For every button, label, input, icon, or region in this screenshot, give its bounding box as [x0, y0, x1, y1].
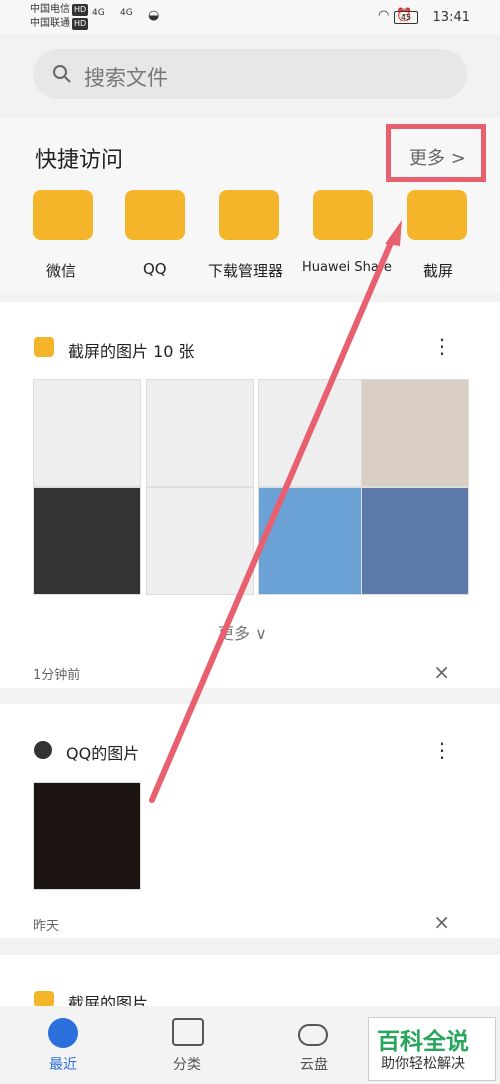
carrier-1: 中国电信 HD [30, 4, 89, 16]
thumbnail-6[interactable] [146, 487, 254, 595]
thumbnail-3[interactable] [258, 379, 366, 487]
qq-section-time: 昨天 [33, 919, 60, 934]
nav-recent[interactable]: 最近 [49, 1054, 77, 1074]
wechat-folder[interactable] [33, 190, 93, 240]
qq-photo-thumbnail[interactable] [33, 782, 141, 890]
watermark-subtitle: 助你轻松解决 [381, 1056, 465, 1072]
qq-icon [34, 741, 52, 759]
quick-label-screenshot: 截屏 [423, 262, 454, 280]
qq-section-title: QQ的图片 [66, 744, 140, 763]
signal-icon-2: 4G [120, 8, 133, 18]
folder-icon[interactable] [172, 1018, 204, 1046]
cloud-icon[interactable] [298, 1024, 328, 1046]
screenshot-icon [34, 337, 54, 357]
watermark-title: 百科全说 [377, 1029, 469, 1055]
download-folder[interactable] [219, 190, 279, 240]
more-vert-icon[interactable]: ⋮ [432, 336, 452, 356]
quick-label-qq: QQ [143, 260, 167, 278]
signal-icon-1: 4G [92, 8, 105, 18]
thumbnail-2[interactable] [146, 379, 254, 487]
quick-label-download: 下载管理器 [208, 262, 284, 280]
search-placeholder: 搜索文件 [84, 66, 168, 90]
status-bar: 中国电信 HD 中国联通 HD 4G 4G ◒ ◠ ⏰ 45 13:41 [0, 0, 500, 34]
quick-label-huawei-share: Huawei Share [302, 260, 392, 275]
huawei-share-folder[interactable] [313, 190, 373, 240]
screenshot-folder[interactable] [407, 190, 467, 240]
nav-category[interactable]: 分类 [173, 1054, 201, 1074]
wifi-icon: ◒ [148, 8, 160, 23]
screenshot-section-title: 截屏的图片 10 张 [68, 342, 195, 361]
thumbnail-4[interactable] [361, 379, 469, 487]
battery-icon: 45 [394, 11, 418, 24]
search-icon [53, 65, 71, 83]
screenshot-icon [34, 991, 54, 1007]
qq-folder[interactable] [125, 190, 185, 240]
more-button[interactable]: 更多 > [409, 144, 466, 170]
more-vert-icon[interactable]: ⋮ [432, 740, 452, 760]
carrier-2: 中国联通 HD [30, 18, 89, 30]
thumbnail-5[interactable] [33, 487, 141, 595]
thumbnail-1[interactable] [33, 379, 141, 487]
headphone-icon: ◠ [378, 8, 390, 23]
close-icon[interactable]: × [433, 910, 450, 934]
thumbnail-7[interactable] [258, 487, 366, 595]
close-icon[interactable]: × [433, 660, 450, 684]
thumbnail-8[interactable] [361, 487, 469, 595]
nav-cloud[interactable]: 云盘 [300, 1054, 328, 1074]
clock-time: 13:41 [432, 10, 470, 25]
expand-more[interactable]: 更多 ∨ [218, 620, 267, 644]
quick-access-title: 快捷访问 [35, 148, 124, 173]
quick-label-wechat: 微信 [46, 262, 77, 280]
section-time: 1分钟前 [33, 668, 81, 683]
clock-icon[interactable] [48, 1018, 78, 1048]
